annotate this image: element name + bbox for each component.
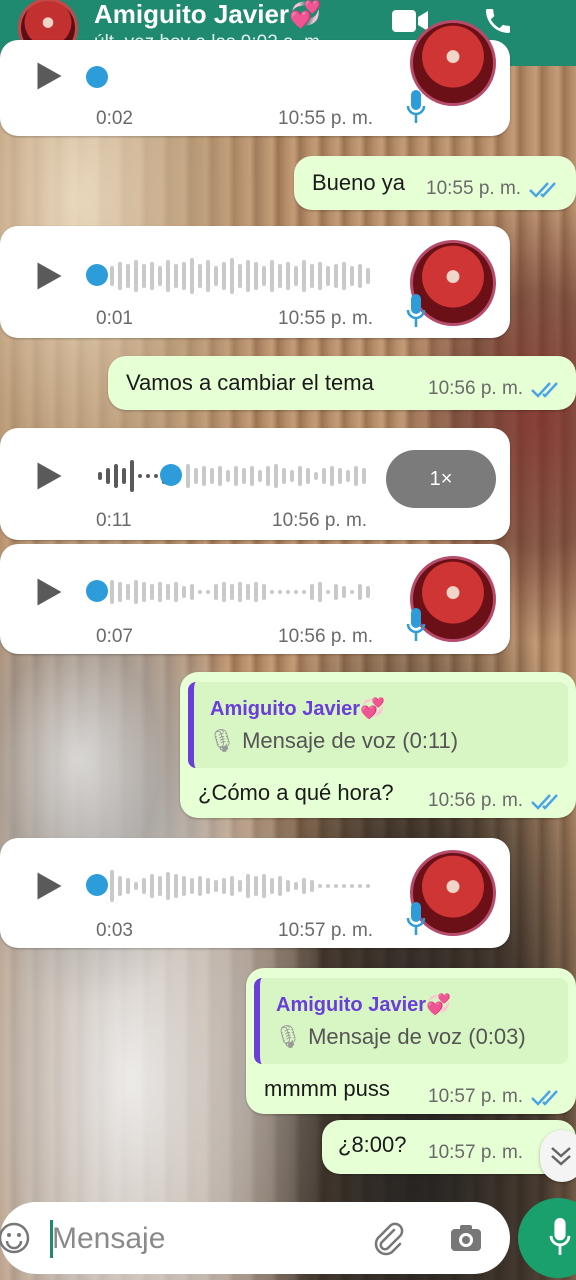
message-input[interactable]: Mensaje xyxy=(52,1222,165,1256)
message-meta: 10:56 p. m. xyxy=(428,378,563,400)
double-check-icon xyxy=(531,382,558,398)
playback-position-dot[interactable] xyxy=(86,264,108,286)
scroll-to-bottom-button[interactable] xyxy=(540,1130,576,1182)
play-icon[interactable] xyxy=(30,258,66,294)
quoted-sender-text: Amiguito Javier xyxy=(210,698,361,720)
heart-emoji: 💞 xyxy=(426,994,451,1016)
mic-icon xyxy=(406,902,426,935)
message-meta: 10:57 p. m. xyxy=(428,1086,563,1108)
play-icon[interactable] xyxy=(30,868,66,904)
message-time: 10:56 p. m. xyxy=(278,626,374,647)
quoted-text: Mensaje de voz (0:11) xyxy=(242,728,459,753)
voice-duration: 0:01 xyxy=(96,308,133,329)
voice-waveform[interactable] xyxy=(110,570,380,614)
double-check-icon xyxy=(531,1090,558,1106)
quoted-text: Mensaje de voz (0:03) xyxy=(308,1024,526,1049)
play-icon[interactable] xyxy=(30,58,66,94)
message-text: mmmm puss xyxy=(264,1076,390,1101)
mic-icon: 🎙 xyxy=(274,1024,302,1049)
playback-speed-button[interactable]: 1× xyxy=(386,450,496,508)
play-icon[interactable] xyxy=(30,574,66,610)
message-text: ¿Cómo a qué hora? xyxy=(198,780,394,805)
message-time: 10:55 p. m. xyxy=(278,108,374,129)
voice-message[interactable]: 0:07 10:56 p. m. xyxy=(0,544,510,654)
voice-message[interactable]: 0:02 10:55 p. m. xyxy=(0,20,510,136)
playback-position-dot[interactable] xyxy=(86,580,108,602)
voice-message[interactable]: 0:03 10:57 p. m. xyxy=(0,838,510,948)
voice-waveform[interactable] xyxy=(110,864,380,908)
camera-icon[interactable] xyxy=(448,1220,484,1256)
message-time: 10:55 p. m. xyxy=(278,308,374,329)
quoted-sender-name: Amiguito Javier💞 xyxy=(276,992,451,1017)
mic-icon xyxy=(549,1218,571,1255)
heart-emoji: 💞 xyxy=(289,0,322,29)
voice-message[interactable]: 0:01 10:55 p. m. xyxy=(0,226,510,338)
playback-position-dot[interactable] xyxy=(160,464,182,486)
outgoing-reply-message[interactable]: Amiguito Javier💞 🎙 Mensaje de voz (0:11)… xyxy=(180,672,576,818)
playback-position-dot[interactable] xyxy=(86,874,108,896)
scroll-down-icon xyxy=(551,1147,571,1166)
voice-duration: 0:07 xyxy=(96,626,133,647)
message-text: Vamos a cambiar el tema xyxy=(126,370,374,395)
phone-icon xyxy=(486,9,510,33)
quoted-sender-text: Amiguito Javier xyxy=(276,994,427,1016)
attach-icon[interactable] xyxy=(370,1220,406,1256)
quoted-message[interactable]: Amiguito Javier💞 🎙 Mensaje de voz (0:11) xyxy=(188,682,568,768)
outgoing-message[interactable]: Vamos a cambiar el tema 10:56 p. m. xyxy=(108,356,576,410)
playback-position-dot[interactable] xyxy=(86,66,108,88)
message-time: 10:55 p. m. xyxy=(426,178,522,199)
message-time: 10:57 p. m. xyxy=(278,920,374,941)
voice-duration: 0:11 xyxy=(96,510,132,531)
message-text: ¿8:00? xyxy=(338,1132,407,1157)
quoted-sender-name: Amiguito Javier💞 xyxy=(210,696,385,721)
mic-icon: 🎙 xyxy=(208,728,236,753)
emoji-icon[interactable] xyxy=(0,1220,32,1256)
voice-duration: 0:03 xyxy=(96,920,133,941)
outgoing-reply-message[interactable]: Amiguito Javier💞 🎙 Mensaje de voz (0:03)… xyxy=(246,968,576,1114)
message-meta: 10:57 p. m. xyxy=(428,1142,523,1164)
double-check-icon xyxy=(529,182,556,198)
contact-name-text: Amiguito Javier xyxy=(94,0,290,29)
quoted-voice-label: 🎙 Mensaje de voz (0:11) xyxy=(208,728,458,754)
message-meta: 10:55 p. m. xyxy=(426,178,561,200)
voice-waveform[interactable] xyxy=(110,254,380,298)
message-composer: Mensaje xyxy=(0,1202,510,1274)
message-time: 10:56 p. m. xyxy=(428,378,524,399)
message-time: 10:57 p. m. xyxy=(428,1086,524,1107)
voice-duration: 0:02 xyxy=(96,108,133,129)
quoted-message[interactable]: Amiguito Javier💞 🎙 Mensaje de voz (0:03) xyxy=(254,978,568,1064)
mic-icon xyxy=(406,608,426,641)
quoted-voice-label: 🎙 Mensaje de voz (0:03) xyxy=(274,1024,526,1050)
double-check-icon xyxy=(531,794,558,810)
message-time: 10:56 p. m. xyxy=(272,510,368,531)
message-text: Bueno ya xyxy=(312,170,405,195)
contact-name: Amiguito Javier💞 xyxy=(94,0,325,28)
message-meta: 10:56 p. m. xyxy=(428,790,563,812)
outgoing-message[interactable]: Bueno ya 10:55 p. m. xyxy=(294,156,576,210)
message-time: 10:56 p. m. xyxy=(428,790,524,811)
outgoing-message[interactable]: ¿8:00? 10:57 p. m. xyxy=(322,1120,576,1174)
voice-message-playing[interactable]: 0:11 10:56 p. m. 1× xyxy=(0,428,510,540)
play-icon[interactable] xyxy=(30,458,66,494)
heart-emoji: 💞 xyxy=(360,698,385,720)
message-time: 10:57 p. m. xyxy=(428,1142,524,1163)
voice-waveform[interactable] xyxy=(96,454,376,498)
mic-icon xyxy=(406,294,426,327)
mic-icon xyxy=(406,90,426,123)
